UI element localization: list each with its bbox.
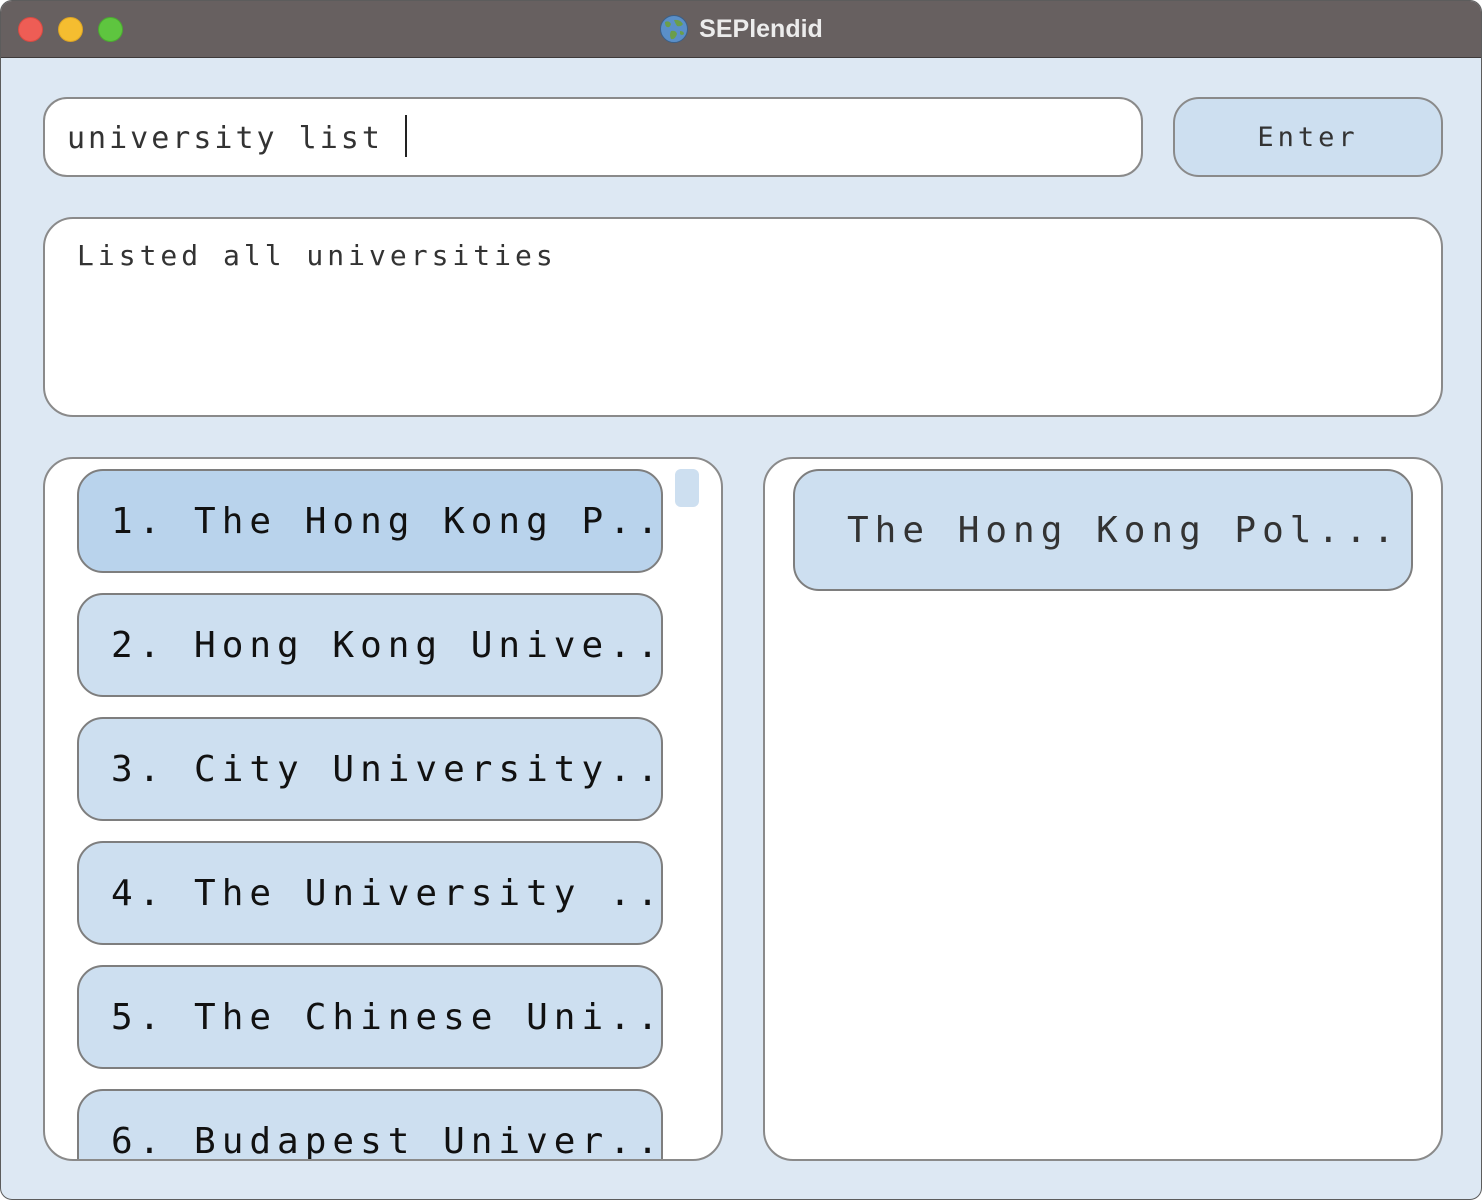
detail-panel: The Hong Kong Pol... — [763, 457, 1443, 1161]
list-scrollbar-thumb[interactable] — [675, 469, 699, 507]
result-display: Listed all universities — [43, 217, 1443, 417]
command-box — [43, 97, 1143, 177]
university-list-item[interactable]: 1. The Hong Kong P... — [77, 469, 663, 573]
detail-item[interactable]: The Hong Kong Pol... — [793, 469, 1413, 591]
university-list-item[interactable]: 5. The Chinese Uni... — [77, 965, 663, 1069]
enter-button[interactable]: Enter — [1173, 97, 1443, 177]
university-list-panel[interactable]: 1. The Hong Kong P... 2. Hong Kong Unive… — [43, 457, 723, 1161]
result-message: Listed all universities — [77, 239, 557, 272]
globe-icon — [660, 15, 689, 43]
university-list-item[interactable]: 3. City University... — [77, 717, 663, 821]
university-list-item[interactable]: 4. The University ... — [77, 841, 663, 945]
university-list-item[interactable]: 6. Budapest Univer... — [77, 1089, 663, 1159]
app-window: SEPlendid Enter Listed all universities … — [0, 0, 1482, 1200]
text-caret — [405, 115, 407, 157]
title-bar: SEPlendid — [1, 1, 1481, 58]
command-input[interactable] — [65, 99, 1119, 177]
university-list-item[interactable]: 2. Hong Kong Unive... — [77, 593, 663, 697]
window-title: SEPlendid — [699, 14, 823, 43]
